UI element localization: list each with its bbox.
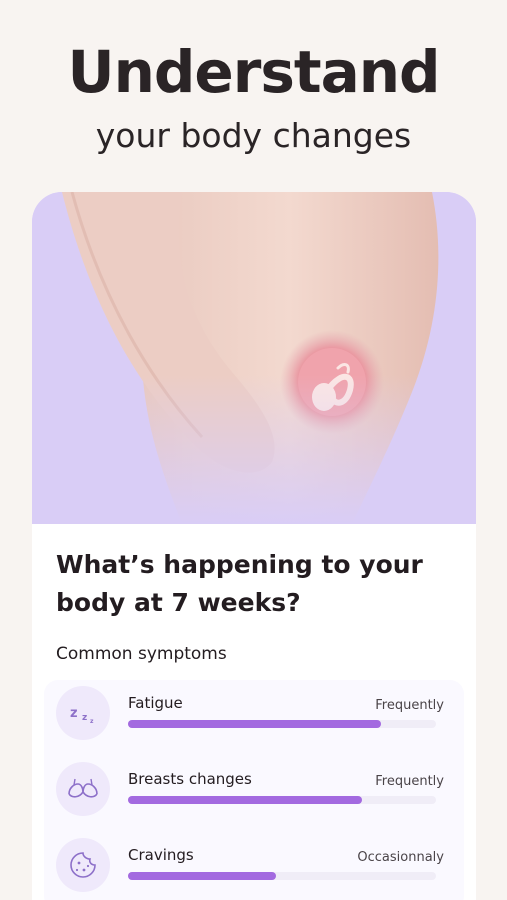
symptom-level-track	[128, 720, 436, 728]
symptom-name: Breasts changes	[128, 770, 252, 788]
card-title-line-1: What’s happening to your	[56, 550, 423, 579]
zzz-medium: z	[82, 713, 87, 723]
symptom-row-cravings[interactable]: Cravings Occasionnaly	[44, 834, 464, 900]
symptom-level-bar	[128, 720, 381, 728]
card-title: What’s happening to your body at 7 weeks…	[56, 546, 452, 622]
section-title: Common symptoms	[56, 644, 227, 664]
symptom-frequency: Frequently	[375, 774, 444, 789]
screen: Understand your body changes What’s happ…	[0, 0, 507, 900]
symptom-level-track	[128, 796, 436, 804]
zzz-small: z	[90, 718, 94, 725]
week-info-card[interactable]: What’s happening to your body at 7 weeks…	[32, 192, 476, 900]
symptom-row-fatigue[interactable]: z z z Fatigue Frequently	[44, 682, 464, 758]
symptom-level-bar	[128, 796, 363, 804]
cookie-icon	[56, 838, 110, 892]
symptom-level-bar	[128, 872, 276, 880]
symptom-list: z z z Fatigue Frequently Breasts changes…	[44, 680, 464, 900]
symptom-name: Cravings	[128, 846, 194, 864]
symptom-frequency: Occasionnaly	[357, 850, 444, 865]
symptom-row-breasts-changes[interactable]: Breasts changes Frequently	[44, 758, 464, 834]
headline: Understand	[67, 38, 440, 106]
subheadline: your body changes	[95, 116, 412, 155]
pregnancy-illustration	[32, 192, 476, 524]
zzz-large: z	[70, 706, 78, 721]
symptom-level-track	[128, 872, 436, 880]
belly-fetus-image	[32, 192, 476, 524]
card-body: What’s happening to your body at 7 weeks…	[32, 524, 476, 900]
symptom-name: Fatigue	[128, 694, 183, 712]
sleep-zzz-icon: z z z	[56, 686, 110, 740]
symptom-frequency: Frequently	[375, 698, 444, 713]
bra-icon	[56, 762, 110, 816]
card-title-line-2: body at 7 weeks?	[56, 588, 301, 617]
